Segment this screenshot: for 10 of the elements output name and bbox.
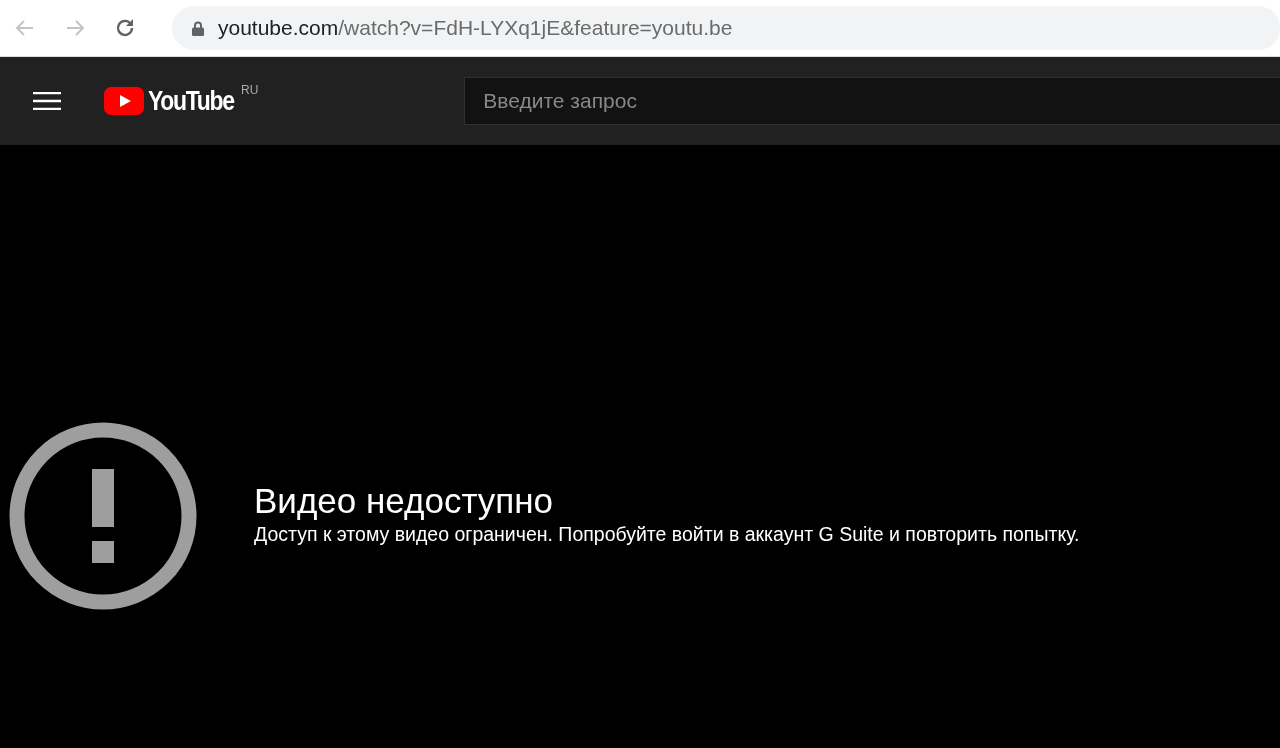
error-title: Видео недоступно	[254, 480, 555, 521]
menu-button[interactable]	[32, 89, 62, 113]
warning-icon	[8, 420, 198, 611]
address-bar[interactable]: youtube.com/watch?v=FdH-LYXq1jE&feature=youtu.be	[172, 6, 1280, 50]
url-text: youtube.com/watch?v=FdH-LYXq1jE&feature=youtu.be	[218, 15, 733, 42]
logo-text: YouTube	[148, 87, 234, 115]
search-field[interactable]: Введите запрос	[464, 77, 1280, 125]
error-message: Доступ к этому видео ограничен. Попробуйте войти в аккаунт G Suite и повторить попытку.	[254, 521, 1080, 547]
lock-icon	[192, 20, 204, 36]
play-logo-icon	[104, 87, 144, 115]
